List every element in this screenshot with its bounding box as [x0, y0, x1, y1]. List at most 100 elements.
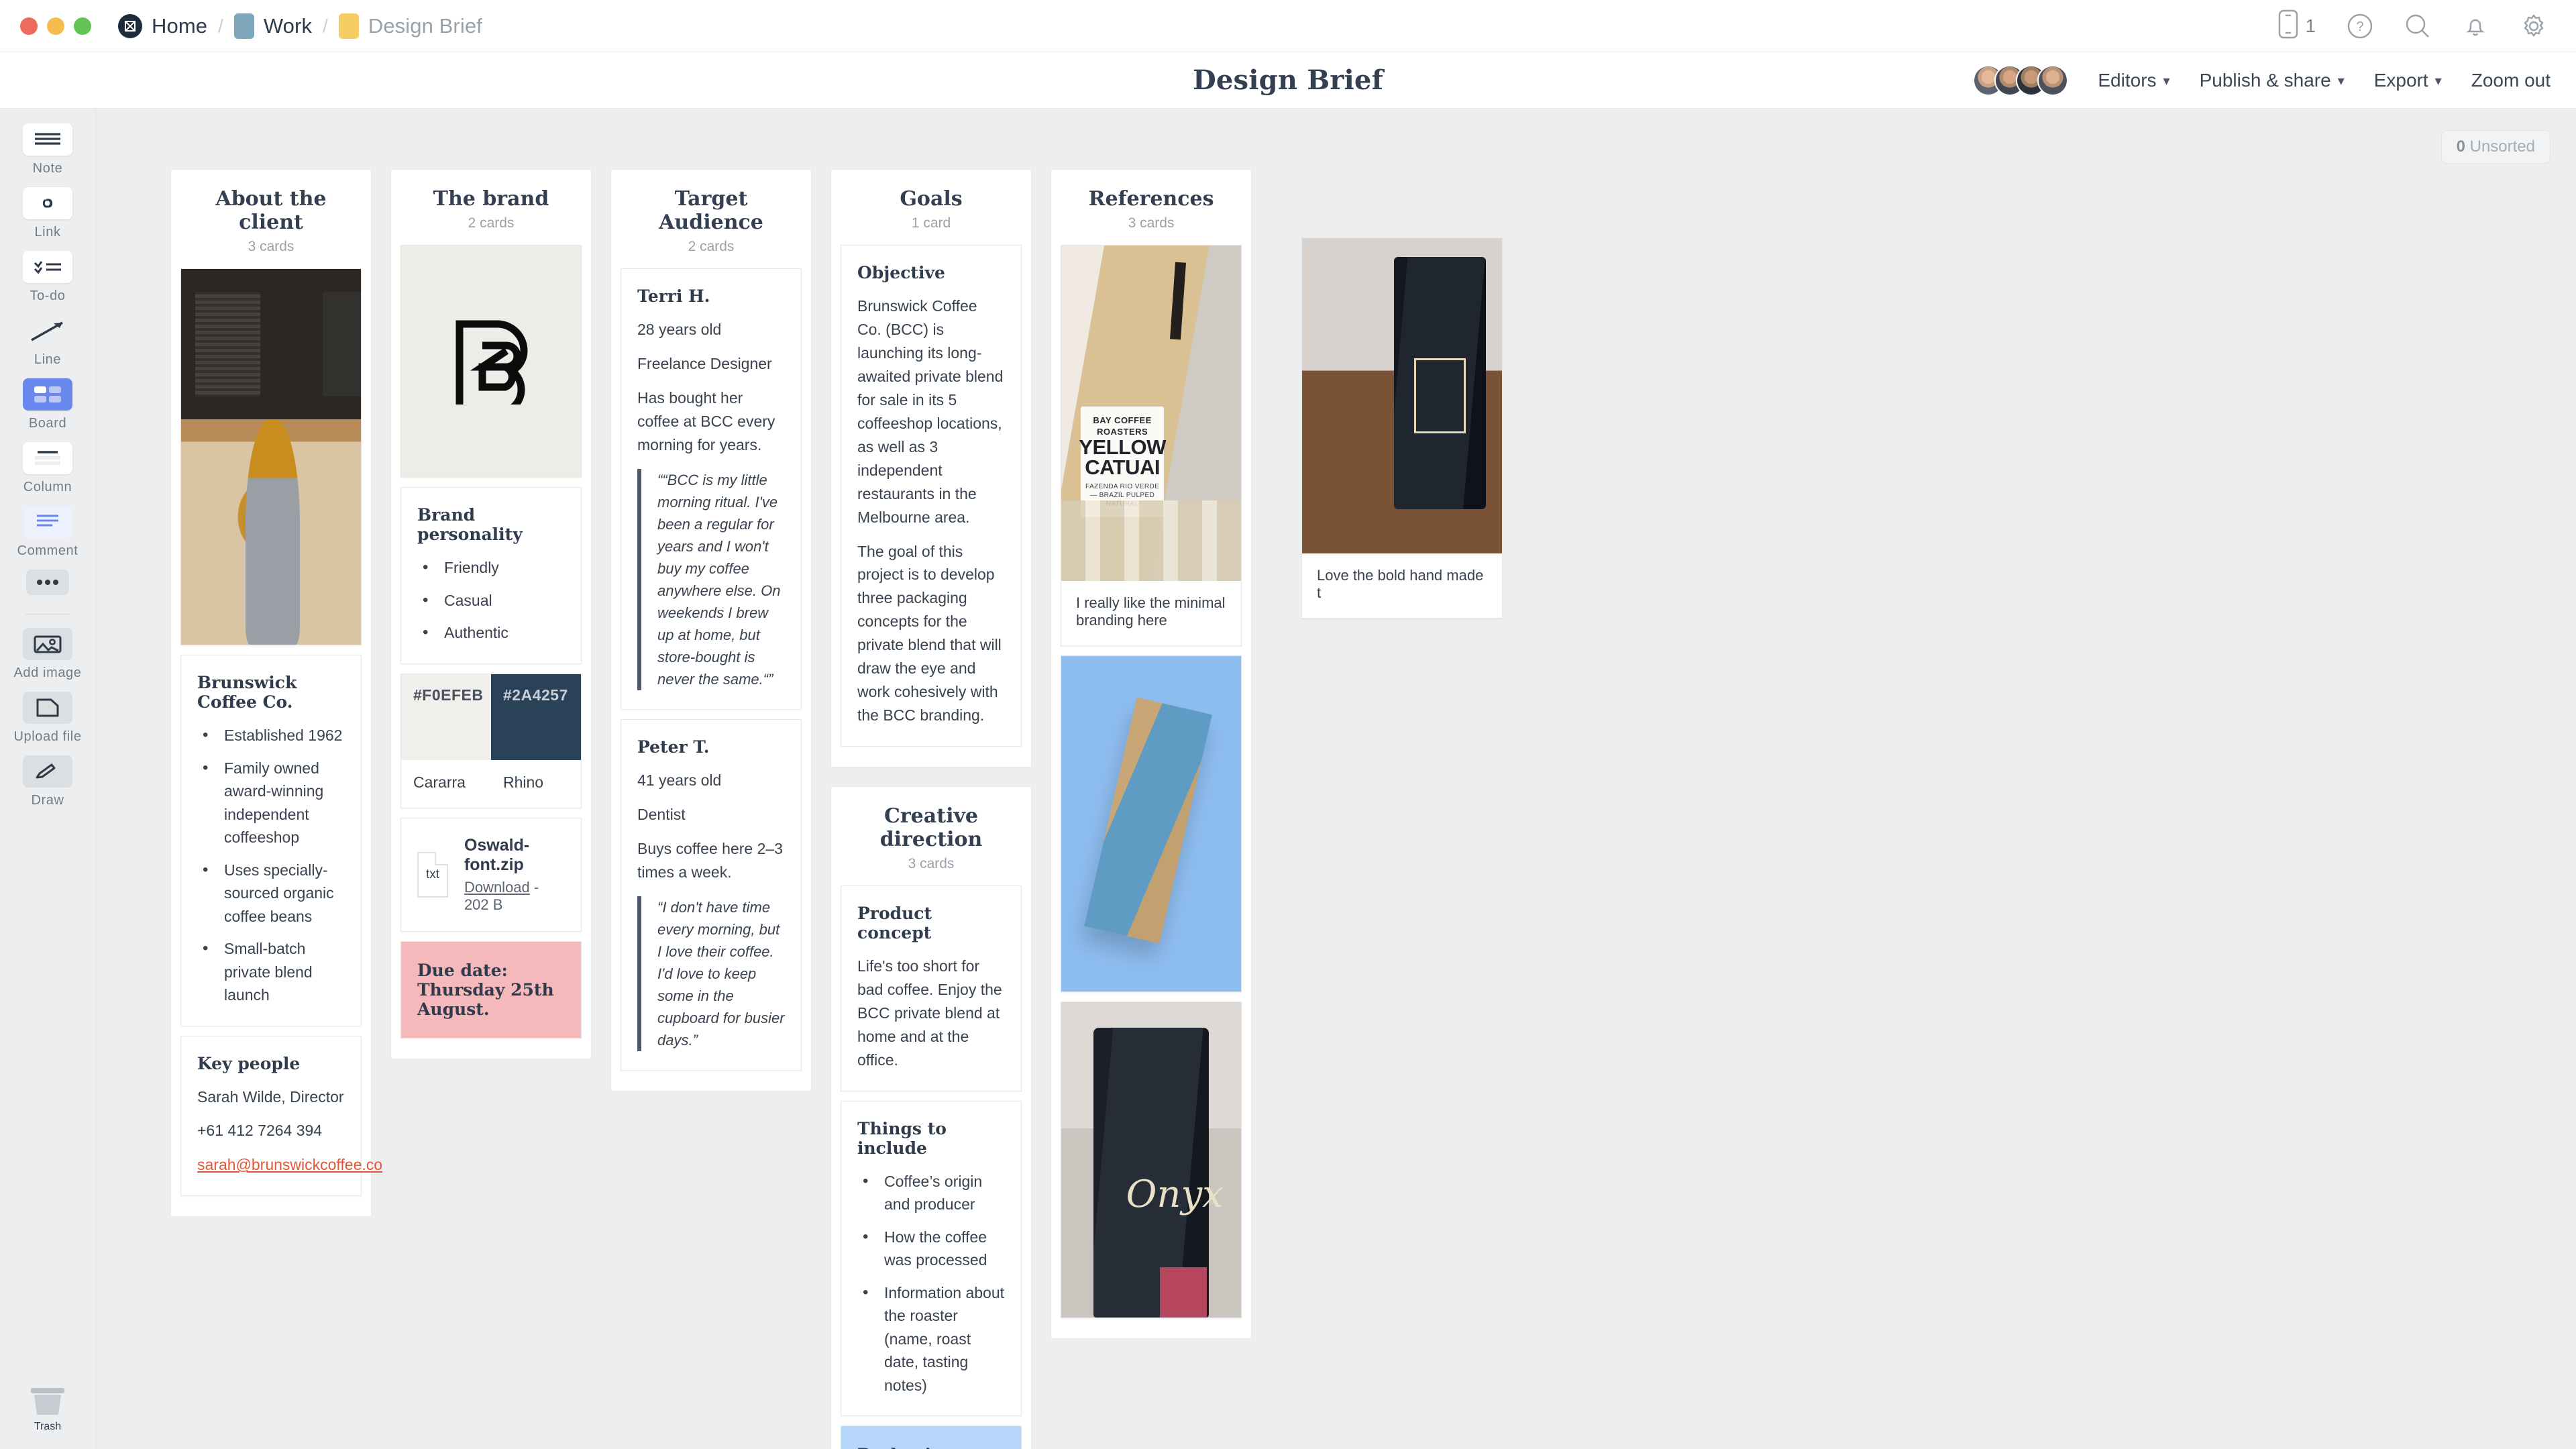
todo-icon [23, 251, 72, 283]
toolbar-item-link[interactable]: Link [11, 187, 85, 240]
image-card[interactable]: BAY COFFEE ROASTERS YELLOW CATUAI FAZEND… [1061, 245, 1242, 646]
breadcrumb-item-design-brief[interactable]: Design Brief [338, 13, 482, 39]
column-header[interactable]: References 3 cards [1051, 169, 1252, 245]
column-body: Brunswick Coffee Co. Established 1962 Fa… [170, 268, 382, 1218]
minimize-window-button[interactable] [47, 17, 64, 35]
column-target-audience[interactable]: Target Audience 2 cards Terri H. 28 year… [610, 169, 812, 1449]
bullet-list: Coffee’s origin and producer How the cof… [857, 1169, 1005, 1397]
note-card[interactable]: Brand personality Friendly Casual Authen… [400, 487, 582, 664]
column-card-count: 3 cards [248, 239, 294, 254]
persona-card[interactable]: Peter T. 41 years old Dentist Buys coffe… [621, 718, 802, 1071]
column-creative-direction[interactable]: Creative direction 3 cards Product conce… [830, 786, 1032, 1449]
document-header: Design Brief Editors ▾ Publish & share ▾… [0, 52, 2576, 109]
settings-gear-icon[interactable] [2520, 12, 2548, 40]
column-goals-group: Goals 1 card Objective Brunswick Coffee … [830, 169, 1032, 1449]
column-card-count: 3 cards [908, 856, 955, 872]
add-image-icon [23, 628, 72, 660]
column-header[interactable]: About the client 3 cards [170, 169, 372, 268]
breadcrumb-item-home[interactable]: Home [118, 13, 207, 38]
column-header[interactable]: The brand 2 cards [390, 169, 592, 245]
mobile-app-button[interactable]: 1 [2278, 9, 2316, 42]
toolbar-item-label: Note [32, 161, 63, 176]
search-icon[interactable] [2404, 13, 2431, 40]
note-card[interactable]: Brunswick Coffee Co. Established 1962 Fa… [180, 655, 362, 1026]
zoom-out-button[interactable]: Zoom out [2471, 70, 2551, 91]
card-title: Brand personality [417, 505, 523, 544]
toolbar-item-todo[interactable]: To-do [11, 251, 85, 304]
list-item: Casual [417, 588, 565, 612]
breadcrumb-item-work[interactable]: Work [233, 13, 312, 39]
window-traffic-lights[interactable] [20, 17, 91, 35]
toolbar-item-column[interactable]: Column [11, 442, 85, 495]
file-card[interactable]: txt Oswald-font.zip Download - 202 B [400, 817, 582, 932]
zoom-out-label: Zoom out [2471, 70, 2551, 91]
note-icon [23, 123, 72, 156]
column-header[interactable]: Target Audience 2 cards [610, 169, 812, 268]
toolbar-item-label: Column [23, 480, 72, 494]
image-card[interactable]: Love the bold hand made t [1301, 237, 1503, 619]
note-card[interactable]: Objective Brunswick Coffee Co. (BCC) is … [841, 245, 1022, 747]
list-item: Coffee’s origin and producer [857, 1169, 1005, 1216]
help-icon[interactable]: ? [2347, 13, 2373, 40]
image-card[interactable] [1061, 655, 1242, 992]
column-references[interactable]: References 3 cards BAY COFFEE ROASTERS Y… [1051, 169, 1252, 1449]
toolbar-item-line[interactable]: Line [11, 315, 85, 368]
notifications-bell-icon[interactable] [2462, 13, 2489, 40]
zoom-window-button[interactable] [74, 17, 91, 35]
cafe-barista-photo [181, 269, 361, 645]
card-text: Dentist [637, 805, 686, 823]
note-card[interactable]: Things to include Coffee’s origin and pr… [841, 1100, 1022, 1417]
card-text: Has bought her coffee at BCC every morni… [637, 388, 775, 453]
bullet-list: Friendly Casual Authentic [417, 555, 565, 644]
note-text: Due date: Thursday 25th August. [417, 960, 554, 1019]
toolbar-item-add-image[interactable]: Add image [11, 628, 85, 681]
image-caption: Love the bold hand made t [1317, 567, 1484, 601]
card-text: Life's too short for bad coffee. Enjoy t… [857, 957, 1002, 1069]
swatch-name: Rhino [503, 773, 544, 791]
link-icon [23, 187, 72, 219]
editors-menu-button[interactable]: Editors ▾ [2098, 70, 2169, 91]
list-item: Small-batch private blend launch [197, 936, 345, 1007]
column-card-count: 2 cards [688, 239, 735, 254]
note-card[interactable]: Product concept Life's too short for bad… [841, 885, 1022, 1091]
color-swatch[interactable]: #2A4257 Rhino [491, 674, 581, 808]
column-header[interactable]: Goals 1 card [830, 169, 1032, 245]
download-link[interactable]: Download [464, 879, 530, 896]
toolbar-item-more[interactable] [11, 570, 85, 595]
persona-card[interactable]: Terri H. 28 years old Freelance Designer… [621, 268, 802, 710]
column-about-the-client[interactable]: About the client 3 cards Brunswick Coffe… [170, 169, 382, 1449]
column-header[interactable]: Creative direction 3 cards [830, 786, 1032, 886]
note-card[interactable]: Key people Sarah Wilde, Director +61 412… [180, 1035, 382, 1197]
bcc-monogram-logo [401, 246, 581, 477]
image-card[interactable] [180, 268, 362, 645]
avatar[interactable] [2037, 65, 2069, 96]
note-card-compostable[interactable]: Packaging must be fully compostable [841, 1426, 1022, 1449]
editor-avatars[interactable] [1973, 65, 2069, 96]
floating-image-card-column[interactable]: Love the bold hand made t [1301, 169, 1503, 1449]
email-link[interactable]: sarah@brunswickcoffee.co [197, 1156, 382, 1173]
swatch-name: Cararra [413, 773, 466, 791]
column-goals[interactable]: Goals 1 card Objective Brunswick Coffee … [830, 169, 1032, 768]
toolbar-item-upload-file[interactable]: Upload file [11, 692, 85, 745]
toolbar-item-comment[interactable]: Comment [11, 506, 85, 559]
image-card[interactable]: Onyx [1061, 1002, 1242, 1318]
export-menu-button[interactable]: Export ▾ [2374, 70, 2442, 91]
image-card[interactable] [400, 245, 582, 478]
publish-share-menu-button[interactable]: Publish & share ▾ [2200, 70, 2345, 91]
toolbar-item-draw[interactable]: Draw [11, 755, 85, 808]
blockquote: ““BCC is my little morning ritual. I've … [637, 468, 785, 690]
column-the-brand[interactable]: The brand 2 cards Brand personality • Fr… [390, 169, 592, 1449]
color-swatch[interactable]: #F0EFEB Cararra [401, 674, 491, 808]
close-window-button[interactable] [20, 17, 38, 35]
toolbar-item-board[interactable]: Board [11, 378, 85, 431]
unsorted-badge[interactable]: 0 Unsorted [2440, 130, 2551, 164]
board-canvas[interactable]: 0 Unsorted About the client 3 cards Brun… [97, 109, 2576, 1449]
color-swatch-card[interactable]: #F0EFEB Cararra #2A4257 Rhino [400, 673, 582, 808]
toolbar-item-trash[interactable]: Trash [27, 1385, 68, 1433]
list-item: Authentic [417, 621, 565, 644]
column-card-count: 2 cards [468, 215, 515, 231]
editors-label: Editors [2098, 70, 2157, 91]
toolbar-item-note[interactable]: Note [11, 123, 85, 176]
top-bar: Home / Work / Design Brief 1 ? [0, 0, 2576, 52]
note-card-due-date[interactable]: Due date: Thursday 25th August. [400, 941, 582, 1038]
